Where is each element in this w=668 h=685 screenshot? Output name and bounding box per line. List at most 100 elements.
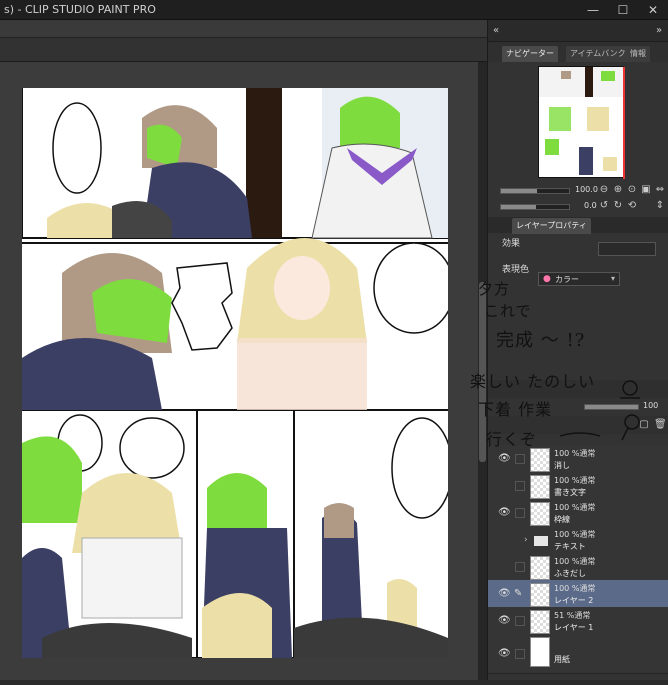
zoom-out-icon[interactable]: ⊖ [598, 184, 610, 196]
color-wheel-icon: ● [543, 274, 551, 284]
zoom-slider[interactable] [500, 188, 570, 194]
layer-thumbnail [530, 475, 550, 499]
folder-icon [534, 536, 548, 546]
blonde-hair-bm [202, 593, 272, 658]
handwritten-text: 夕方 [478, 280, 511, 298]
reset-rotate-icon[interactable]: ⟲ [626, 200, 638, 212]
tab-info[interactable]: 情報 [626, 46, 650, 62]
layer-name: 用紙 [554, 655, 570, 664]
navigator-tabs: ナビゲーター アイテムバンク 情報 [488, 42, 668, 62]
layer-name: レイヤー 2 [554, 596, 594, 605]
speech-bubble [391, 417, 453, 519]
handwritten-text: 完成 〜 !? [496, 330, 586, 351]
eye-icon[interactable]: 👁 [498, 453, 511, 465]
manga-artwork [21, 88, 455, 659]
layer-property-tabs: レイヤープロパティ [488, 217, 668, 234]
trash-icon[interactable]: 🗑 [654, 419, 667, 431]
layer-thumbnail [530, 448, 550, 472]
layer-thumbnail [530, 637, 550, 667]
layer-row[interactable]: 100 %通常 書き文字 [488, 472, 668, 502]
green-hair-bl [22, 436, 82, 523]
layer-row[interactable]: › 100 %通常 テキスト [488, 526, 668, 556]
layer-row-selected[interactable]: 👁 ✎ 100 %通常 レイヤー 2 [488, 580, 668, 610]
eye-icon[interactable]: 👁 [498, 588, 511, 600]
rotate-left-icon[interactable]: ↺ [598, 200, 610, 212]
flip-v-icon[interactable]: ⇕ [654, 200, 666, 212]
expression-color-value: カラー [555, 275, 579, 284]
layer-row[interactable]: 👁 用紙 [488, 634, 668, 674]
command-bar [0, 38, 487, 62]
face-mid [274, 256, 330, 320]
tab-item-bank[interactable]: アイテムバンク [566, 46, 630, 62]
rotate-right-icon[interactable]: ↻ [612, 200, 624, 212]
layer-list: 👁 100 %通常 消し 100 %通常 書き文字 👁 100 %通常 枠線 ›… [488, 445, 668, 685]
rotate-value[interactable]: 0.0 [584, 201, 597, 210]
doodle-marks [560, 380, 640, 441]
tab-layer-property[interactable]: レイヤープロパティ [512, 218, 591, 234]
layer-mode: 100 %通常 [554, 584, 596, 593]
zoom-in-icon[interactable]: ⊕ [612, 184, 624, 196]
effect-buttons[interactable] [598, 242, 656, 256]
close-button[interactable]: ✕ [638, 0, 668, 20]
speech-bubble [119, 417, 185, 479]
effect-label: 効果 [502, 239, 521, 249]
white-cloth [81, 537, 183, 619]
layer-name: 消し [554, 461, 570, 470]
layer-thumbnail [530, 610, 550, 634]
layer-name: 書き文字 [554, 488, 586, 497]
collapse-right-icon[interactable]: » [653, 25, 665, 37]
folder-expand-icon[interactable]: › [524, 535, 528, 545]
minimize-button[interactable]: — [578, 0, 608, 20]
lock-toggle[interactable] [515, 649, 525, 659]
fullscreen-icon[interactable]: ▣ [640, 184, 652, 196]
layer-name: テキスト [554, 542, 586, 551]
green-hair-bm [207, 473, 267, 528]
fit-icon[interactable]: ⊙ [626, 184, 638, 196]
eye-icon[interactable]: 👁 [498, 648, 511, 660]
window-title: s) - CLIP STUDIO PAINT PRO [4, 3, 156, 16]
handwritten-text: これで [484, 302, 532, 320]
layer-row[interactable]: 👁 100 %通常 枠線 [488, 499, 668, 529]
expression-color-label: 表現色 [502, 265, 530, 275]
dark-blanket-br [294, 617, 448, 658]
chevron-down-icon: ▾ [611, 274, 616, 283]
lock-toggle[interactable] [515, 508, 525, 518]
pen-icon: ✎ [514, 588, 523, 599]
collapse-left-icon[interactable]: « [490, 25, 502, 37]
body-mid [237, 338, 367, 410]
layer-mode: 51 %通常 [554, 611, 591, 620]
lock-toggle[interactable] [515, 454, 525, 464]
manga-page[interactable] [21, 88, 455, 659]
layer-row[interactable]: 👁 51 %通常 レイヤー 1 [488, 607, 668, 637]
flip-h-icon[interactable]: ⇔ [654, 184, 666, 196]
towel-br [324, 503, 354, 538]
blonde-figure-br [387, 579, 417, 628]
eye-icon[interactable]: 👁 [498, 615, 511, 627]
maximize-button[interactable]: ☐ [608, 0, 638, 20]
layer-mode: 100 %通常 [554, 530, 596, 539]
speech-bubble [52, 102, 102, 194]
layer-thumbnail [530, 583, 550, 607]
navigator-preview[interactable] [538, 66, 625, 179]
menu-bar [0, 20, 487, 38]
layer-name: レイヤー 1 [554, 623, 594, 632]
tab-navigator[interactable]: ナビゲーター [502, 46, 558, 62]
lock-toggle[interactable] [515, 481, 525, 491]
layer-thumbnail [530, 556, 550, 580]
shout-bubble [171, 262, 233, 351]
layer-mode: 100 %通常 [554, 557, 596, 566]
handwritten-text: 行くぞ [486, 430, 538, 449]
handwritten-text: 下着 作業 [478, 400, 553, 419]
layer-name: 枠線 [554, 515, 570, 524]
layer-name: ふきだし [554, 569, 586, 578]
door-frame [246, 88, 282, 238]
lock-toggle[interactable] [515, 562, 525, 572]
lock-toggle[interactable] [515, 616, 525, 626]
eye-icon[interactable]: 👁 [498, 507, 511, 519]
zoom-value[interactable]: 100.0 [575, 185, 598, 194]
title-bar: s) - CLIP STUDIO PAINT PRO — ☐ ✕ [0, 0, 668, 20]
panel-collapse-bar: « » [488, 20, 668, 42]
expression-color-select[interactable]: ● カラー ▾ [538, 272, 620, 286]
rotate-slider[interactable] [500, 204, 570, 210]
layer-row[interactable]: 100 %通常 ふきだし [488, 553, 668, 583]
